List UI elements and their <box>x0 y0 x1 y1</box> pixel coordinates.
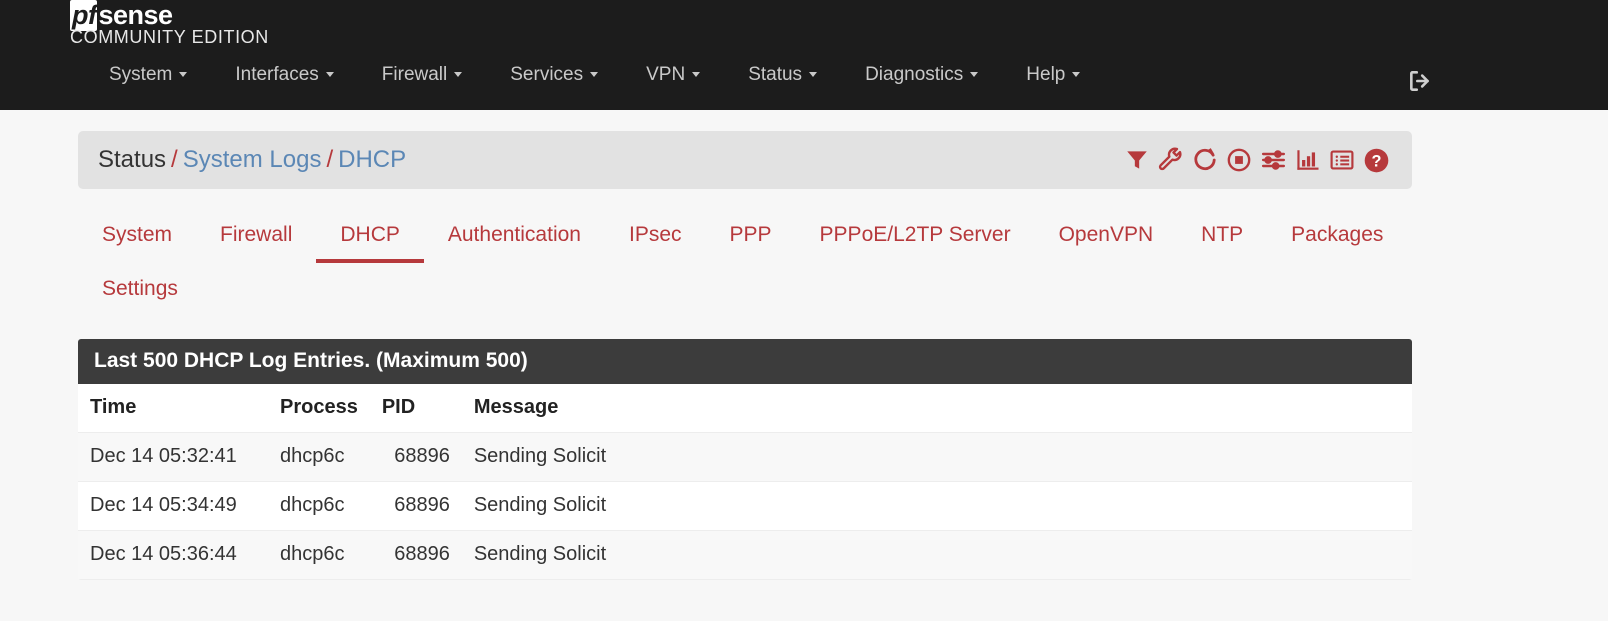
pause-record-icon[interactable] <box>1226 147 1252 173</box>
table-header-row: Time Process PID Message <box>78 384 1412 433</box>
sliders-icon[interactable] <box>1260 147 1287 173</box>
breadcrumb-item-status: Status <box>98 146 167 173</box>
tab-label: DHCP <box>340 223 400 246</box>
nav-item-interfaces[interactable]: Interfaces <box>211 64 357 86</box>
chevron-down-icon <box>809 72 818 77</box>
nav-label: VPN <box>646 64 686 85</box>
log-table: Time Process PID Message Dec 14 05:32:41… <box>78 384 1412 580</box>
log-panel-title: Last 500 DHCP Log Entries. (Maximum 500) <box>78 339 1412 384</box>
brand-logo-text: pfsense <box>70 0 173 31</box>
tab-firewall[interactable]: Firewall <box>196 209 316 263</box>
breadcrumb-separator: / <box>171 146 178 173</box>
brand-logo[interactable]: pfsense COMMUNITY EDITION <box>70 0 269 47</box>
top-navbar: pfsense COMMUNITY EDITION System Interfa… <box>0 0 1608 110</box>
wrench-icon[interactable] <box>1158 147 1184 173</box>
breadcrumb-item-dhcp[interactable]: DHCP <box>338 146 406 173</box>
tab-label: PPPoE/L2TP Server <box>819 223 1011 246</box>
cell-time: Dec 14 05:34:49 <box>78 481 268 531</box>
table-row: Dec 14 05:32:41 dhcp6c 68896 Sending Sol… <box>78 432 1412 482</box>
chevron-down-icon <box>454 72 463 77</box>
tab-label: OpenVPN <box>1058 223 1154 246</box>
tab-label: Settings <box>102 277 178 300</box>
tab-openvpn[interactable]: OpenVPN <box>1035 209 1178 263</box>
nav-item-vpn[interactable]: VPN <box>622 64 724 86</box>
tab-ppp[interactable]: PPP <box>706 209 796 263</box>
cell-message: Sending Solicit <box>461 432 1412 482</box>
nav-label: Status <box>748 64 803 85</box>
tab-packages[interactable]: Packages <box>1267 209 1407 263</box>
brand-sense-text: sense <box>98 0 173 30</box>
table-row: Dec 14 05:36:44 dhcp6c 68896 Sending Sol… <box>78 530 1412 580</box>
list-icon[interactable] <box>1329 147 1355 173</box>
tab-dhcp[interactable]: DHCP <box>316 209 424 263</box>
bar-chart-icon[interactable] <box>1295 147 1321 173</box>
log-table-head: Time Process PID Message <box>78 384 1412 433</box>
nav-item-help[interactable]: Help <box>1002 64 1104 86</box>
cell-time: Dec 14 05:36:44 <box>78 530 268 580</box>
cell-process: dhcp6c <box>268 432 370 482</box>
tab-settings[interactable]: Settings <box>78 263 202 317</box>
nav-label: Firewall <box>381 64 448 85</box>
tab-pppoe-l2tp-server[interactable]: PPPoE/L2TP Server <box>796 209 1035 263</box>
cell-time: Dec 14 05:32:41 <box>78 432 268 482</box>
nav-item-firewall[interactable]: Firewall <box>358 64 486 86</box>
table-row: Dec 14 05:34:49 dhcp6c 68896 Sending Sol… <box>78 481 1412 531</box>
tab-authentication[interactable]: Authentication <box>424 209 605 263</box>
breadcrumb: Status / System Logs / DHCP <box>98 146 406 174</box>
log-panel: Last 500 DHCP Log Entries. (Maximum 500)… <box>78 339 1412 580</box>
tab-label: IPsec <box>628 223 682 246</box>
cell-message: Sending Solicit <box>461 530 1412 580</box>
nav-label: Services <box>510 64 584 85</box>
nav-label: System <box>109 64 173 85</box>
tab-label: PPP <box>729 223 772 246</box>
cell-pid: 68896 <box>369 530 462 580</box>
svg-text:?: ? <box>1372 152 1382 170</box>
nav-item-services[interactable]: Services <box>486 64 622 86</box>
column-header-message[interactable]: Message <box>461 384 1412 433</box>
column-header-pid[interactable]: PID <box>369 384 462 433</box>
tab-system[interactable]: System <box>78 209 196 263</box>
nav-item-status[interactable]: Status <box>724 64 841 86</box>
cell-process: dhcp6c <box>268 481 370 531</box>
help-circle-icon[interactable]: ? <box>1363 147 1390 174</box>
breadcrumb-item-system-logs[interactable]: System Logs <box>183 146 322 173</box>
column-header-time[interactable]: Time <box>78 384 268 433</box>
log-tabs: System Firewall DHCP Authentication IPse… <box>78 209 1412 317</box>
tab-label: Firewall <box>220 223 293 246</box>
filter-icon[interactable] <box>1124 147 1150 173</box>
brand-subtitle: COMMUNITY EDITION <box>70 27 269 47</box>
nav-item-diagnostics[interactable]: Diagnostics <box>841 64 1002 86</box>
chevron-down-icon <box>179 72 188 77</box>
chevron-down-icon <box>1072 72 1081 77</box>
cell-pid: 68896 <box>369 481 462 531</box>
nav-label: Interfaces <box>235 64 319 85</box>
breadcrumb-separator: / <box>326 146 334 173</box>
breadcrumb-action-icons: ? <box>1124 147 1390 174</box>
column-header-process[interactable]: Process <box>268 384 370 433</box>
chevron-down-icon <box>692 72 701 77</box>
nav-item-system[interactable]: System <box>85 64 211 86</box>
refresh-icon[interactable] <box>1192 147 1218 173</box>
cell-pid: 68896 <box>369 432 462 482</box>
cell-message: Sending Solicit <box>461 481 1412 531</box>
page-content: Status / System Logs / DHCP ? System Fir… <box>0 131 1608 580</box>
tab-label: Authentication <box>447 223 581 246</box>
nav-label: Help <box>1026 64 1066 85</box>
tab-label: NTP <box>1201 223 1244 246</box>
tab-ntp[interactable]: NTP <box>1177 209 1267 263</box>
chevron-down-icon <box>970 72 979 77</box>
nav-label: Diagnostics <box>865 64 964 85</box>
sign-out-icon[interactable] <box>1407 68 1433 94</box>
chevron-down-icon <box>590 72 599 77</box>
tab-ipsec[interactable]: IPsec <box>605 209 706 263</box>
breadcrumb-bar: Status / System Logs / DHCP ? <box>78 131 1412 189</box>
tab-label: System <box>102 223 173 246</box>
log-table-body: Dec 14 05:32:41 dhcp6c 68896 Sending Sol… <box>78 432 1412 580</box>
main-menu: System Interfaces Firewall Services VPN … <box>85 64 1104 86</box>
tab-label: Packages <box>1291 223 1384 246</box>
cell-process: dhcp6c <box>268 530 370 580</box>
chevron-down-icon <box>325 72 334 77</box>
